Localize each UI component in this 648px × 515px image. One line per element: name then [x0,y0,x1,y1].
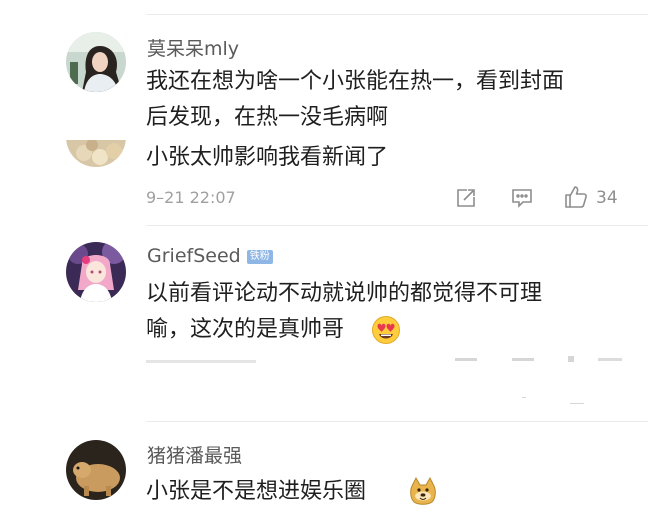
comment-username[interactable]: GriefSeed 铁粉 [147,245,273,267]
doge-emoji [408,476,438,510]
comment-username[interactable]: 莫呆呆mly [147,34,239,61]
username-text: GriefSeed [147,245,241,267]
comment-text-line: 小张是不是想进娱乐圈 [146,479,367,504]
share-icon[interactable] [455,187,477,213]
divider [146,225,648,226]
comment-username[interactable]: 猪猪潘最强 [147,441,242,468]
heart-eyes-emoji [371,315,401,349]
comment-timestamp: 9–21 22:07 [146,188,236,207]
comment-text-line: 以前看评论动不动就说帅的都觉得不可理 [146,281,543,306]
scroll-fragment [570,403,584,404]
divider-top [146,14,648,15]
scroll-fragment [522,397,526,398]
comment-icon[interactable] [510,187,534,213]
fan-badge: 铁粉 [246,250,273,264]
thumbs-up-icon[interactable] [563,184,589,214]
avatar[interactable] [66,440,126,500]
like-count: 34 [596,188,618,208]
comment-text-line: 后发现，在热一没毛病啊 [146,105,389,130]
comment-text-line: 喻，这次的是真帅哥 [146,317,345,342]
avatar[interactable] [66,32,126,92]
comment-text-line: 小张太帅影响我看新闻了 [146,145,389,170]
comment-text-line: 我还在想为啥一个小张能在热一，看到封面 [146,69,565,94]
clipped-action-row [140,356,648,366]
avatar[interactable] [66,242,126,302]
divider [146,421,648,422]
avatar[interactable] [66,140,126,167]
